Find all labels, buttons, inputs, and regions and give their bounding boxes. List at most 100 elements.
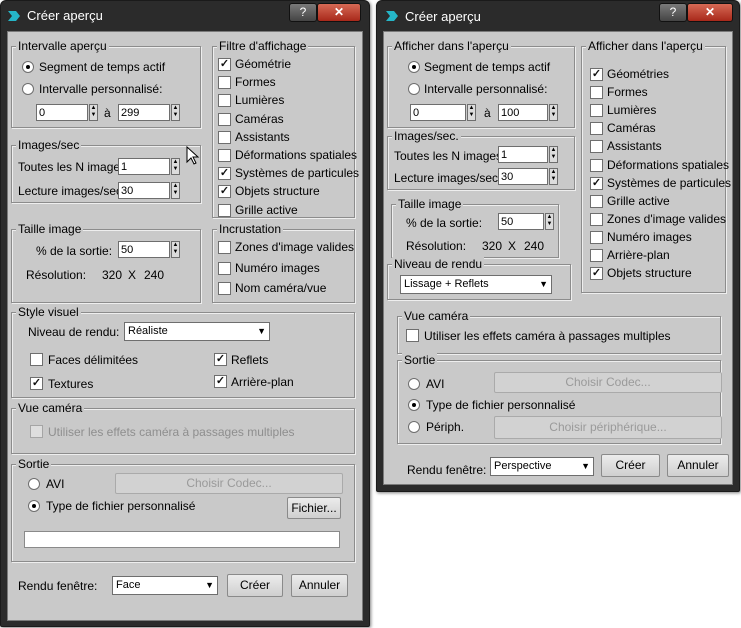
show-checkbox-1[interactable]	[590, 86, 603, 100]
custom-type-radio[interactable]	[28, 500, 40, 512]
app-icon	[8, 11, 20, 21]
cancel-button-right[interactable]: Annuler	[667, 454, 729, 477]
resolution-x-right: X	[508, 239, 517, 253]
close-icon[interactable]: ✕	[687, 3, 733, 22]
custom-range-label: Intervalle personnalisé:	[39, 82, 163, 96]
render-level-label: Niveau de rendu:	[28, 325, 120, 339]
viewport-render-dropdown-right[interactable]: Perspective ▼	[490, 457, 594, 476]
spinner-arrows-icon[interactable]: ▲ ▼	[467, 104, 476, 121]
spinner-arrows-icon[interactable]: ▲ ▼	[549, 104, 558, 121]
resolution-height-right: 240	[524, 239, 545, 253]
filter-label-0: Géométrie	[235, 57, 292, 71]
avi-radio-right[interactable]	[408, 378, 420, 390]
spinner-arrows-icon[interactable]: ▲ ▼	[171, 158, 180, 175]
show-checkbox-0[interactable]: ✓	[590, 68, 603, 81]
camera-view-label-right: Vue caméra	[402, 309, 471, 323]
every-n-field[interactable]: 1	[118, 158, 170, 175]
every-n-field-right[interactable]: 1	[498, 146, 548, 163]
preview-range-label: Intervalle aperçu	[16, 39, 109, 53]
multipass-label: Utiliser les effets caméra à passages mu…	[48, 425, 295, 439]
filter-checkbox-4[interactable]	[218, 130, 231, 144]
percent-field-right[interactable]: 50	[498, 213, 544, 230]
viewport-render-dropdown[interactable]: Face ▼	[112, 576, 218, 595]
filter-checkbox-7[interactable]: ✓	[218, 185, 231, 199]
percent-field[interactable]: 50	[118, 241, 170, 258]
close-icon[interactable]: ✕	[317, 3, 361, 22]
visual-style-label: Style visuel	[16, 305, 81, 319]
choose-codec-button-right[interactable]: Choisir Codec...	[494, 372, 722, 393]
create-button[interactable]: Créer	[227, 574, 283, 597]
show-checkbox-2[interactable]	[590, 104, 603, 118]
spinner-arrows-icon[interactable]: ▲ ▼	[545, 213, 554, 230]
playback-field-right[interactable]: 30	[498, 168, 548, 185]
filter-checkbox-0[interactable]: ✓	[218, 58, 231, 71]
show-checkbox-4[interactable]	[590, 140, 603, 154]
render-level-dropdown[interactable]: Réaliste ▼	[124, 322, 270, 341]
custom-range-radio[interactable]	[22, 83, 34, 95]
help-icon[interactable]: ?	[289, 3, 317, 22]
output-label: Sortie	[16, 457, 52, 471]
show-checkbox-6[interactable]: ✓	[590, 176, 603, 190]
visual-style-group: Style visuel Niveau de rendu: Réaliste ▼…	[11, 305, 355, 398]
spinner-arrows-icon[interactable]: ▲ ▼	[89, 104, 98, 121]
show-checkbox-11[interactable]: ✓	[590, 267, 603, 281]
textures-checkbox[interactable]: ✓	[30, 377, 43, 390]
show-checkbox-9[interactable]	[590, 230, 603, 244]
custom-type-label-right: Type de fichier personnalisé	[426, 398, 576, 412]
render-level-dropdown-right[interactable]: Lissage + Reflets ▼	[400, 275, 552, 294]
spinner-arrows-icon[interactable]: ▲ ▼	[171, 241, 180, 258]
filter-checkbox-5[interactable]	[218, 149, 231, 162]
show-checkbox-8[interactable]	[590, 212, 603, 226]
background-checkbox[interactable]: ✓	[214, 375, 227, 388]
show-checkbox-3[interactable]	[590, 122, 603, 136]
overlay-checkbox-1[interactable]	[218, 261, 231, 275]
faces-checkbox[interactable]	[30, 353, 43, 366]
file-button[interactable]: Fichier...	[287, 497, 341, 519]
cancel-button[interactable]: Annuler	[291, 574, 348, 597]
show-label-7: Grille active	[607, 193, 670, 208]
percent-label: % de la sortie:	[36, 244, 113, 258]
help-icon[interactable]: ?	[659, 3, 687, 22]
filter-checkbox-3[interactable]	[218, 112, 231, 126]
active-segment-radio[interactable]	[22, 61, 34, 73]
choose-device-button-right[interactable]: Choisir périphérique...	[494, 416, 722, 439]
spinner-arrows-icon[interactable]: ▲ ▼	[549, 168, 558, 185]
spinner-arrows-icon[interactable]: ▲ ▼	[171, 182, 180, 199]
overlay-label-0: Zones d'image valides	[235, 240, 355, 254]
avi-radio[interactable]	[28, 478, 40, 490]
custom-range-radio-right[interactable]	[408, 83, 420, 95]
reflets-checkbox[interactable]: ✓	[214, 353, 227, 366]
playback-label-right: Lecture images/sec:	[394, 171, 502, 185]
preview-range-group-right: Afficher dans l'aperçu Segment de temps …	[387, 39, 575, 128]
multipass-checkbox[interactable]	[30, 425, 43, 438]
create-button-right[interactable]: Créer	[601, 454, 660, 477]
custom-type-radio-right[interactable]	[408, 399, 420, 411]
range-to-field[interactable]: 299	[118, 104, 170, 121]
filter-checkbox-2[interactable]	[218, 94, 231, 108]
camera-view-group-right: Vue caméra Utiliser les effets caméra à …	[397, 309, 721, 354]
show-label-5: Déformations spatiales	[607, 157, 730, 172]
filter-checkbox-6[interactable]: ✓	[218, 167, 231, 181]
viewport-render-value: Face	[116, 579, 141, 591]
show-checkbox-5[interactable]	[590, 158, 603, 172]
range-to-field-right[interactable]: 100	[498, 104, 548, 121]
spinner-arrows-icon[interactable]: ▲ ▼	[171, 104, 180, 121]
filter-checkbox-1[interactable]	[218, 76, 231, 90]
playback-field[interactable]: 30	[118, 182, 170, 199]
spinner-arrows-icon[interactable]: ▲ ▼	[549, 146, 558, 163]
device-radio-right[interactable]	[408, 421, 420, 433]
show-label-6: Systèmes de particules	[607, 175, 732, 190]
show-checkbox-7[interactable]	[590, 194, 603, 208]
range-from-field-right[interactable]: 0	[410, 104, 466, 121]
range-from-field[interactable]: 0	[36, 104, 88, 121]
show-label-9: Numéro images	[607, 229, 692, 244]
active-segment-radio-right[interactable]	[408, 61, 420, 73]
show-checkbox-10[interactable]	[590, 249, 603, 262]
overlay-checkbox-0[interactable]	[218, 241, 231, 254]
reflets-label: Reflets	[231, 353, 269, 367]
filter-checkbox-8[interactable]	[218, 203, 231, 217]
choose-codec-button[interactable]: Choisir Codec...	[115, 473, 343, 494]
multipass-checkbox-right[interactable]	[406, 329, 419, 342]
overlay-checkbox-2[interactable]	[218, 282, 231, 295]
percent-label-right: % de la sortie:	[406, 216, 483, 230]
